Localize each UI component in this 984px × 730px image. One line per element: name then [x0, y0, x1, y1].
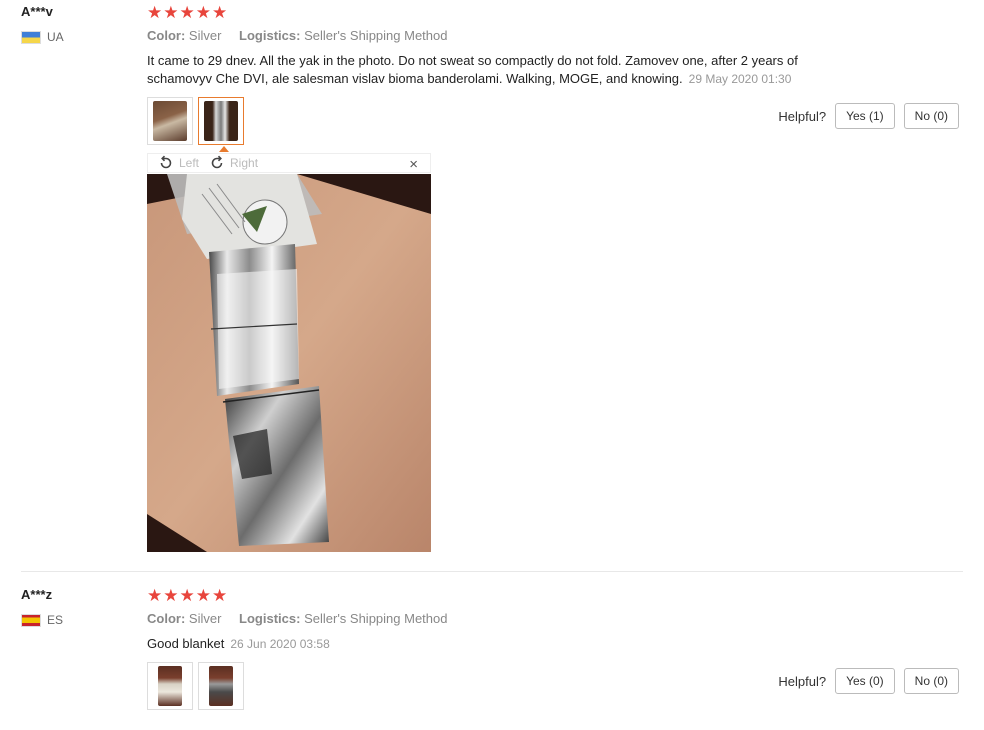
country-code: ES	[47, 613, 64, 627]
color-value: Silver	[188, 28, 222, 43]
photo-thumbnail[interactable]	[147, 97, 193, 145]
reviewer-name: A***z	[21, 587, 53, 602]
photo-thumbnail[interactable]	[147, 662, 193, 710]
star-rating: ★ ★ ★ ★ ★	[147, 587, 227, 604]
photo-thumbnails	[147, 97, 244, 145]
star-icon: ★	[212, 3, 228, 22]
reviewer-country: ES	[21, 613, 63, 627]
helpful-no-button[interactable]: No (0)	[903, 668, 959, 694]
review-text: It came to 29 dnev. All the yak in the p…	[147, 52, 847, 88]
helpful-yes-button[interactable]: Yes (0)	[835, 668, 895, 694]
review-photo-image	[147, 174, 431, 552]
color-label: Color:	[147, 28, 186, 43]
rotate-left-label: Left	[179, 156, 200, 170]
review-body: Good blanket	[147, 636, 225, 651]
helpful-votes: Helpful? Yes (1) No (0)	[778, 103, 959, 129]
star-icon: ★	[179, 586, 195, 605]
thumbnail-image	[209, 666, 233, 706]
thumbnail-image	[204, 101, 238, 141]
star-icon: ★	[212, 586, 228, 605]
rotate-left-icon	[160, 155, 172, 169]
logistics-value: Seller's Shipping Method	[304, 28, 448, 43]
star-icon: ★	[163, 586, 179, 605]
reviewer-name: A***v	[21, 4, 53, 19]
rotate-right-button[interactable]: Right	[209, 155, 258, 171]
selected-thumbnail-caret	[219, 146, 229, 152]
star-icon: ★	[147, 586, 163, 605]
star-icon: ★	[195, 3, 211, 22]
photo-thumbnails	[147, 662, 244, 710]
ukraine-flag-icon	[21, 30, 41, 44]
spain-flag-icon	[21, 613, 41, 627]
photo-thumbnail-selected[interactable]	[198, 97, 244, 145]
color-label: Color:	[147, 611, 186, 626]
thumbnail-image	[158, 666, 182, 706]
review-date: 29 May 2020 01:30	[688, 72, 792, 86]
order-info: Color: Silver Logistics: Seller's Shippi…	[147, 28, 461, 43]
rotate-left-button[interactable]: Left	[158, 155, 199, 171]
helpful-yes-button[interactable]: Yes (1)	[835, 103, 895, 129]
logistics-label: Logistics:	[239, 28, 301, 43]
logistics-value: Seller's Shipping Method	[304, 611, 448, 626]
helpful-votes: Helpful? Yes (0) No (0)	[778, 668, 959, 694]
star-icon: ★	[147, 3, 163, 22]
review-date: 26 Jun 2020 03:58	[230, 637, 330, 651]
close-icon[interactable]: ×	[409, 156, 418, 173]
photo-thumbnail[interactable]	[198, 662, 244, 710]
reviewer-country: UA	[21, 30, 64, 44]
helpful-label: Helpful?	[778, 108, 827, 124]
helpful-no-button[interactable]: No (0)	[903, 103, 959, 129]
rotate-right-icon	[211, 155, 223, 169]
review-divider	[21, 571, 963, 572]
thumbnail-image	[153, 101, 187, 141]
logistics-label: Logistics:	[239, 611, 301, 626]
rotate-right-label: Right	[230, 156, 259, 170]
review-text: Good blanket 26 Jun 2020 03:58	[147, 635, 847, 653]
star-icon: ★	[195, 586, 211, 605]
star-icon: ★	[179, 3, 195, 22]
star-rating: ★ ★ ★ ★ ★	[147, 4, 227, 21]
color-value: Silver	[188, 611, 222, 626]
helpful-label: Helpful?	[778, 673, 827, 689]
country-code: UA	[47, 30, 64, 44]
enlarged-review-photo	[147, 174, 431, 552]
star-icon: ★	[163, 3, 179, 22]
order-info: Color: Silver Logistics: Seller's Shippi…	[147, 611, 461, 626]
photo-viewer-toolbar: Left Right ×	[147, 153, 431, 173]
